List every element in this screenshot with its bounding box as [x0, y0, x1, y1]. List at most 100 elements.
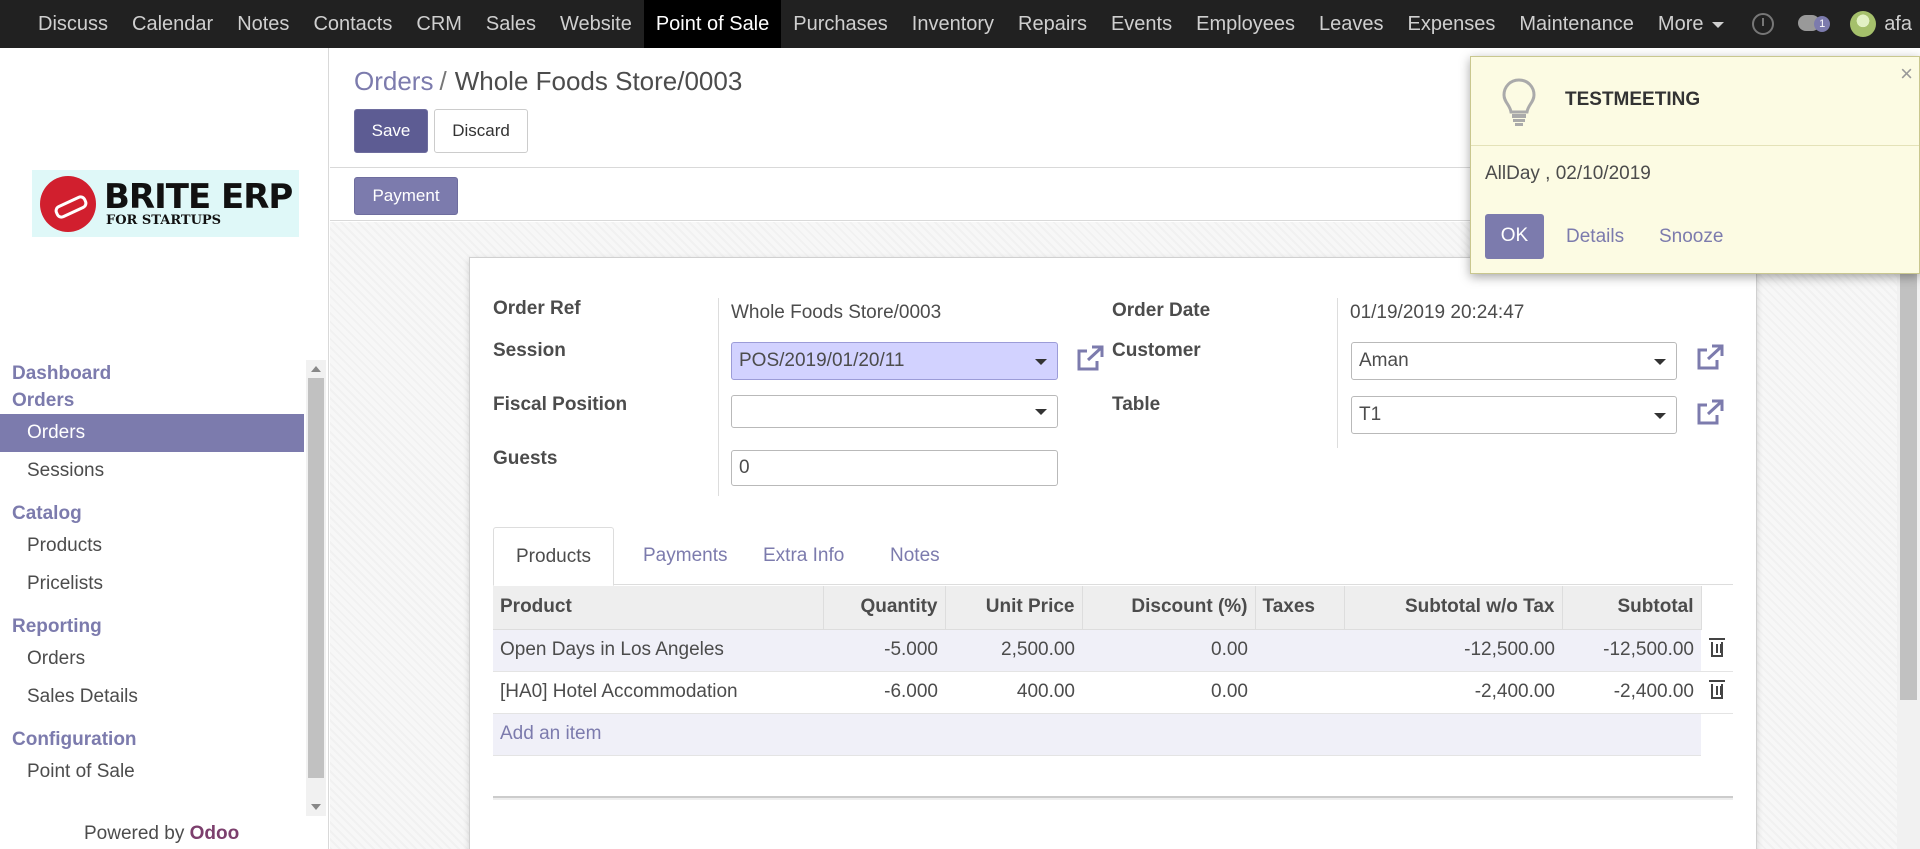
- notification-body: AllDay , 02/10/2019: [1485, 163, 1651, 184]
- chat-icon[interactable]: 1: [1798, 12, 1832, 36]
- menu-events[interactable]: Events: [1099, 0, 1184, 48]
- clock-icon[interactable]: [1752, 13, 1775, 35]
- menu-inventory[interactable]: Inventory: [900, 0, 1006, 48]
- sidebar-heading-catalog[interactable]: Catalog: [0, 500, 304, 527]
- sidebar-item-products[interactable]: Products: [0, 527, 304, 565]
- table-select[interactable]: T1: [1351, 396, 1677, 434]
- menu-purchases[interactable]: Purchases: [781, 0, 900, 48]
- menu-point-of-sale[interactable]: Point of Sale: [643, 0, 782, 48]
- sidebar-item-report-orders[interactable]: Orders: [0, 640, 304, 678]
- cell-unit-price[interactable]: 400.00: [945, 671, 1082, 714]
- sidebar-item-point-of-sale[interactable]: Point of Sale: [0, 753, 304, 791]
- column-header-product[interactable]: Product: [493, 586, 824, 630]
- notification-ok-button[interactable]: OK: [1485, 214, 1544, 259]
- trash-icon[interactable]: [1709, 680, 1725, 700]
- column-header-unit-price[interactable]: Unit Price: [945, 586, 1083, 630]
- sidebar-item-sessions[interactable]: Sessions: [0, 452, 304, 490]
- customer-value: Aman: [1359, 350, 1409, 371]
- table-label: Table: [1112, 394, 1161, 415]
- cell-discount[interactable]: 0.00: [1082, 671, 1255, 714]
- logo-tagline: FOR STARTUPS: [106, 212, 222, 228]
- menu-contacts[interactable]: Contacts: [301, 0, 404, 48]
- sidebar-heading-orders[interactable]: Orders: [0, 387, 304, 414]
- cell-taxes[interactable]: [1255, 629, 1344, 672]
- sidebar-scroll-thumb[interactable]: [308, 378, 324, 778]
- external-link-icon[interactable]: [1075, 345, 1105, 373]
- menu-expenses[interactable]: Expenses: [1396, 0, 1508, 48]
- page-scroll-thumb[interactable]: [1900, 270, 1917, 700]
- menu-notes[interactable]: Notes: [225, 0, 301, 48]
- table-row[interactable]: Open Days in Los Angeles -5.000 2,500.00…: [493, 629, 1733, 672]
- payment-button[interactable]: Payment: [354, 177, 458, 215]
- tab-payments[interactable]: Payments: [621, 527, 749, 586]
- menu-repairs[interactable]: Repairs: [1006, 0, 1099, 48]
- menu-employees[interactable]: Employees: [1184, 0, 1307, 48]
- menu-maintenance[interactable]: Maintenance: [1507, 0, 1646, 48]
- session-select[interactable]: POS/2019/01/20/11: [731, 342, 1058, 380]
- column-header-actions: [1701, 586, 1733, 629]
- column-header-subtotal[interactable]: Subtotal: [1562, 586, 1702, 630]
- dropdown-arrow-icon[interactable]: [1035, 409, 1047, 415]
- discard-button[interactable]: Discard: [434, 109, 528, 153]
- sidebar-item-orders[interactable]: Orders: [0, 414, 304, 452]
- sidebar-heading-dashboard[interactable]: Dashboard: [0, 360, 304, 387]
- notification-snooze-link[interactable]: Snooze: [1659, 226, 1723, 248]
- sidebar-scrollbar[interactable]: [306, 360, 326, 816]
- user-name[interactable]: afa: [1884, 13, 1912, 36]
- sidebar-heading-reporting[interactable]: Reporting: [0, 613, 304, 640]
- menu-more[interactable]: More: [1646, 0, 1736, 48]
- column-header-discount[interactable]: Discount (%): [1082, 586, 1256, 630]
- cell-quantity[interactable]: -6.000: [823, 671, 945, 714]
- breadcrumb-orders-link[interactable]: Orders: [354, 66, 433, 96]
- user-avatar[interactable]: [1850, 11, 1877, 37]
- delete-row-cell[interactable]: [1701, 629, 1733, 672]
- scroll-down-icon[interactable]: [311, 804, 321, 810]
- cell-unit-price[interactable]: 2,500.00: [945, 629, 1082, 672]
- trash-icon[interactable]: [1709, 638, 1725, 658]
- scroll-up-icon[interactable]: [311, 366, 321, 372]
- column-header-subtotal-wo-tax[interactable]: Subtotal w/o Tax: [1344, 586, 1563, 630]
- save-button[interactable]: Save: [354, 109, 428, 153]
- cell-product[interactable]: [HA0] Hotel Accommodation: [493, 671, 823, 714]
- cell-quantity[interactable]: -5.000: [823, 629, 945, 672]
- close-icon[interactable]: ×: [1900, 61, 1913, 87]
- table-row[interactable]: [HA0] Hotel Accommodation -6.000 400.00 …: [493, 671, 1733, 714]
- cell-discount[interactable]: 0.00: [1082, 629, 1255, 672]
- menu-calendar[interactable]: Calendar: [120, 0, 225, 48]
- guests-input[interactable]: 0: [731, 450, 1058, 486]
- sidebar-item-pricelists[interactable]: Pricelists: [0, 565, 304, 603]
- column-header-taxes[interactable]: Taxes: [1255, 586, 1345, 630]
- dropdown-arrow-icon[interactable]: [1035, 359, 1047, 365]
- dropdown-arrow-icon[interactable]: [1654, 413, 1666, 419]
- caret-down-icon: [1711, 21, 1724, 28]
- external-link-icon[interactable]: [1695, 344, 1725, 372]
- cell-taxes[interactable]: [1255, 671, 1344, 714]
- dropdown-arrow-icon[interactable]: [1654, 359, 1666, 365]
- odoo-link[interactable]: Odoo: [190, 823, 240, 844]
- sidebar-item-sales-details[interactable]: Sales Details: [0, 678, 304, 716]
- menu-crm[interactable]: CRM: [404, 0, 474, 48]
- delete-row-cell[interactable]: [1701, 671, 1733, 714]
- fiscal-position-select[interactable]: [731, 395, 1058, 428]
- page-scrollbar[interactable]: [1897, 222, 1920, 849]
- cell-product[interactable]: Open Days in Los Angeles: [493, 629, 823, 672]
- add-item-cell[interactable]: Add an item: [493, 713, 1701, 756]
- sidebar-menu: Dashboard Orders Orders Sessions Catalog…: [0, 360, 304, 791]
- tab-extra-info[interactable]: Extra Info: [741, 527, 866, 586]
- column-header-quantity[interactable]: Quantity: [823, 586, 946, 630]
- order-lines-table: Product Quantity Unit Price Discount (%)…: [493, 586, 1733, 756]
- notification-details-link[interactable]: Details: [1566, 226, 1624, 248]
- customer-select[interactable]: Aman: [1351, 342, 1677, 380]
- notebook-tabs: Products Payments Extra Info Notes: [493, 527, 1733, 586]
- external-link-icon[interactable]: [1695, 399, 1725, 427]
- menu-sales[interactable]: Sales: [474, 0, 548, 48]
- order-date-label: Order Date: [1112, 300, 1211, 321]
- tab-notes[interactable]: Notes: [868, 527, 962, 586]
- menu-leaves[interactable]: Leaves: [1307, 0, 1396, 48]
- add-item-row[interactable]: Add an item: [493, 713, 1733, 756]
- menu-discuss[interactable]: Discuss: [26, 0, 120, 48]
- tab-products[interactable]: Products: [493, 527, 614, 586]
- menu-website[interactable]: Website: [548, 0, 644, 48]
- add-item-link[interactable]: Add an item: [500, 723, 601, 744]
- sidebar-heading-configuration[interactable]: Configuration: [0, 726, 304, 753]
